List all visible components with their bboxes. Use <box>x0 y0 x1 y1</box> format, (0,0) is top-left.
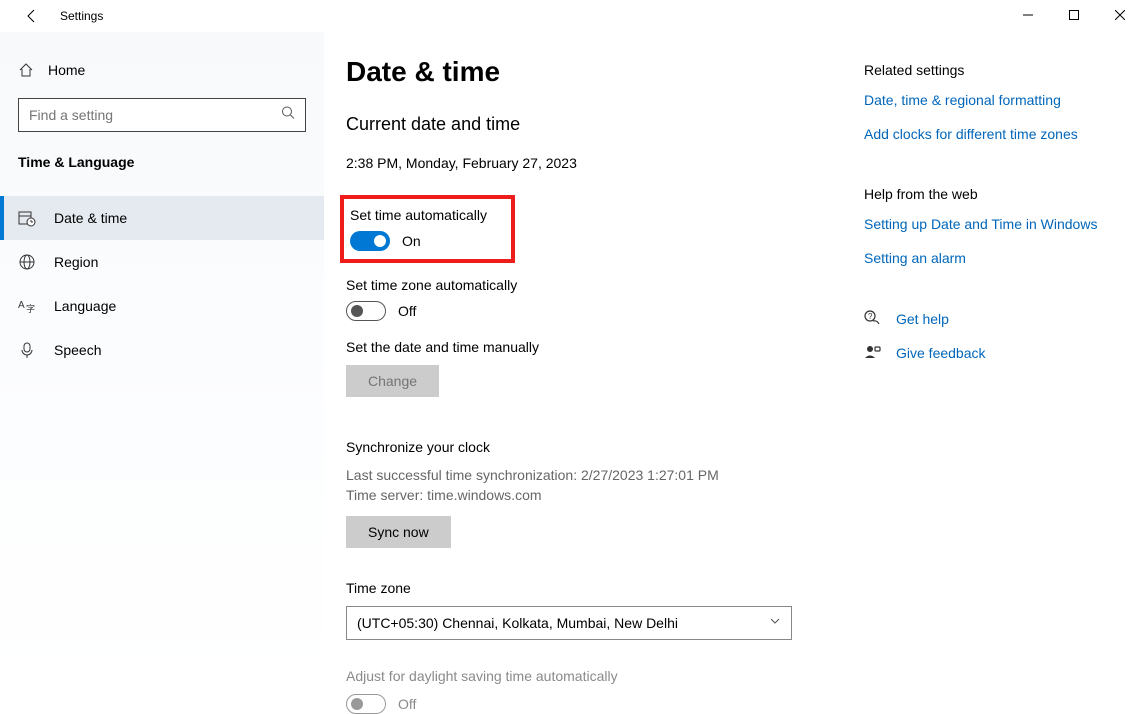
nav-item-date-time[interactable]: Date & time <box>0 196 324 240</box>
maximize-button[interactable] <box>1051 0 1097 30</box>
datetime-icon <box>18 209 36 227</box>
auto-time-state: On <box>402 233 421 249</box>
highlighted-setting: Set time automatically On <box>340 195 515 263</box>
microphone-icon <box>18 341 36 359</box>
help-link-alarm[interactable]: Setting an alarm <box>864 250 1143 266</box>
current-datetime-value: 2:38 PM, Monday, February 27, 2023 <box>346 155 826 171</box>
time-server-text: Time server: time.windows.com <box>346 485 826 505</box>
related-settings-heading: Related settings <box>864 62 1143 78</box>
related-link-formatting[interactable]: Date, time & regional formatting <box>864 92 1143 108</box>
nav-label: Date & time <box>54 210 127 226</box>
get-help-link[interactable]: Get help <box>896 311 949 327</box>
chevron-down-icon <box>769 615 781 630</box>
home-label: Home <box>48 62 85 78</box>
home-icon <box>18 62 34 78</box>
give-feedback-link[interactable]: Give feedback <box>896 345 986 361</box>
home-link[interactable]: Home <box>0 50 324 90</box>
back-button[interactable] <box>16 0 48 32</box>
nav-item-region[interactable]: Region <box>0 240 324 284</box>
nav-item-language[interactable]: A字 Language <box>0 284 324 328</box>
last-sync-text: Last successful time synchronization: 2/… <box>346 465 826 485</box>
dst-toggle <box>346 694 386 714</box>
nav-label: Language <box>54 298 116 314</box>
maximize-icon <box>1069 10 1079 20</box>
language-icon: A字 <box>18 297 36 315</box>
window-title: Settings <box>60 9 103 23</box>
help-link-datetime[interactable]: Setting up Date and Time in Windows <box>864 216 1143 232</box>
minimize-button[interactable] <box>1005 0 1051 30</box>
svg-text:字: 字 <box>26 303 35 314</box>
timezone-select[interactable]: (UTC+05:30) Chennai, Kolkata, Mumbai, Ne… <box>346 606 792 640</box>
nav-label: Speech <box>54 342 101 358</box>
feedback-icon <box>864 344 882 362</box>
search-icon <box>281 106 295 125</box>
page-title: Date & time <box>346 56 826 88</box>
manual-datetime-label: Set the date and time manually <box>346 339 826 355</box>
close-button[interactable] <box>1097 0 1143 30</box>
search-input-container[interactable] <box>18 98 306 132</box>
svg-text:A: A <box>18 300 25 311</box>
current-datetime-heading: Current date and time <box>346 114 826 135</box>
dst-state: Off <box>398 696 416 712</box>
svg-text:?: ? <box>868 312 873 321</box>
timezone-heading: Time zone <box>346 580 826 596</box>
sync-now-button[interactable]: Sync now <box>346 516 451 548</box>
search-input[interactable] <box>19 107 305 123</box>
sync-heading: Synchronize your clock <box>346 439 826 455</box>
close-icon <box>1115 10 1125 20</box>
auto-tz-state: Off <box>398 303 416 319</box>
nav-label: Region <box>54 254 98 270</box>
change-button: Change <box>346 365 439 397</box>
dst-label: Adjust for daylight saving time automati… <box>346 668 826 684</box>
category-title: Time & Language <box>0 154 324 170</box>
related-link-clocks[interactable]: Add clocks for different time zones <box>864 126 1143 142</box>
auto-tz-label: Set time zone automatically <box>346 277 826 293</box>
arrow-left-icon <box>24 8 40 24</box>
globe-icon <box>18 253 36 271</box>
auto-tz-toggle[interactable] <box>346 301 386 321</box>
timezone-selected-value: (UTC+05:30) Chennai, Kolkata, Mumbai, Ne… <box>357 615 678 631</box>
help-icon: ? <box>864 310 882 328</box>
sidebar: Home Time & Language Date & time Region <box>0 32 324 691</box>
auto-time-label: Set time automatically <box>350 207 501 223</box>
help-web-heading: Help from the web <box>864 186 1143 202</box>
nav-item-speech[interactable]: Speech <box>0 328 324 372</box>
minimize-icon <box>1023 10 1033 20</box>
auto-time-toggle[interactable] <box>350 231 390 251</box>
